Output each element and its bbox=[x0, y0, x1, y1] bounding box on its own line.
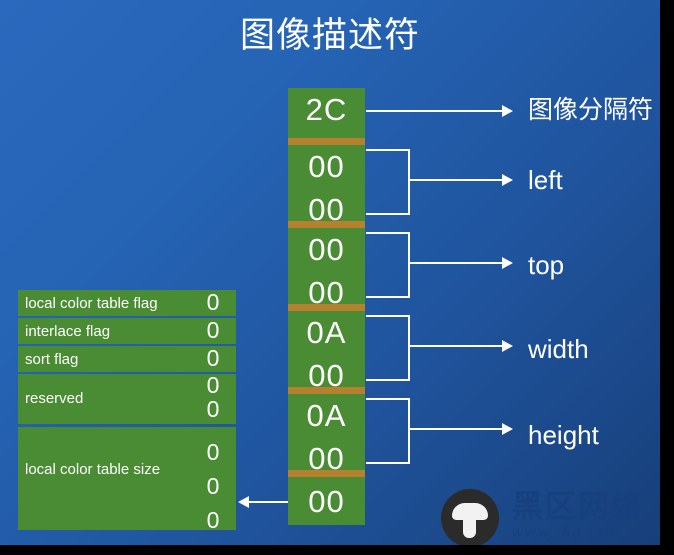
table-row-label: sort flag bbox=[25, 351, 79, 368]
callout-label-top: top bbox=[528, 250, 565, 280]
callout-label-width: width bbox=[528, 334, 589, 364]
arrow-head-icon bbox=[502, 257, 513, 269]
hex-group-divider bbox=[288, 470, 365, 477]
callout-label-separator: 图像分隔符 bbox=[528, 96, 654, 124]
packed-field-table: local color table flag 0 interlace flag … bbox=[18, 289, 236, 533]
callout-bracket-width bbox=[366, 315, 410, 381]
table-row-values: 0 bbox=[196, 289, 230, 315]
callout-label-left: left bbox=[528, 165, 563, 195]
callout-connector-separator bbox=[366, 110, 502, 112]
callout-connector-left bbox=[408, 179, 502, 181]
table-row-label: interlace flag bbox=[25, 323, 111, 340]
bit-value: 0 bbox=[206, 289, 220, 315]
arrow-head-icon bbox=[502, 340, 513, 352]
watermark-name: 黑区网络 bbox=[512, 489, 644, 524]
bit-value: 0 bbox=[206, 345, 220, 371]
arrow-head-icon bbox=[502, 174, 513, 186]
bit-value: 0 bbox=[206, 473, 220, 499]
hex-cell: 00 bbox=[308, 484, 345, 519]
bit-value: 0 bbox=[206, 507, 220, 533]
packed-field-connector bbox=[249, 501, 288, 503]
hex-byte-column: 2C 00 00 00 00 0A 00 0A 00 00 bbox=[288, 88, 365, 525]
table-row-label: local color table flag bbox=[25, 295, 158, 312]
hex-cell: 0A bbox=[306, 398, 347, 433]
bit-value: 0 bbox=[206, 372, 220, 398]
watermark: 黑区网络 www. he i qu. com bbox=[512, 490, 660, 542]
table-row-values: 0 bbox=[196, 345, 230, 371]
callout-bracket-left bbox=[366, 149, 410, 215]
callout-connector-height bbox=[408, 428, 502, 430]
mushroom-stem-shape bbox=[463, 516, 476, 538]
callout-connector-top bbox=[408, 262, 502, 264]
bit-value: 0 bbox=[206, 439, 220, 465]
bit-value: 0 bbox=[206, 396, 220, 422]
bit-value: 0 bbox=[206, 317, 220, 343]
hex-cell: 0A bbox=[306, 315, 347, 350]
hex-group-divider bbox=[288, 304, 365, 311]
arrow-head-icon bbox=[238, 496, 249, 508]
callout-label-height: height bbox=[528, 420, 599, 450]
slide-canvas: 图像描述符 2C 00 00 00 00 0A 00 0A 00 00 图像分隔… bbox=[0, 0, 660, 545]
table-row: local color table size 0 0 0 bbox=[18, 427, 236, 533]
table-row-values: 0 0 bbox=[196, 372, 230, 422]
callout-connector-width bbox=[408, 345, 502, 347]
watermark-url: www. he i qu. com bbox=[512, 524, 660, 541]
table-row-label: reserved bbox=[25, 390, 84, 407]
hex-cell: 2C bbox=[305, 92, 348, 127]
table-row: local color table flag 0 bbox=[18, 289, 236, 316]
table-row-values: 0 bbox=[196, 317, 230, 343]
hex-cell: 00 bbox=[308, 149, 345, 184]
page-title: 图像描述符 bbox=[239, 16, 420, 55]
table-row: interlace flag 0 bbox=[18, 317, 236, 344]
arrow-head-icon bbox=[502, 423, 513, 435]
callout-bracket-height bbox=[366, 398, 410, 464]
mushroom-logo-icon bbox=[441, 489, 499, 545]
arrow-head-icon bbox=[502, 105, 513, 117]
hex-cell: 00 bbox=[308, 232, 345, 267]
table-row: reserved 0 0 bbox=[18, 372, 236, 424]
callout-bracket-top bbox=[366, 232, 410, 298]
hex-group-divider bbox=[288, 221, 365, 228]
table-row-values: 0 0 0 bbox=[196, 435, 230, 537]
table-row: sort flag 0 bbox=[18, 345, 236, 372]
hex-group-divider bbox=[288, 138, 365, 145]
table-row-label: local color table size bbox=[25, 461, 161, 478]
hex-group-divider bbox=[288, 387, 365, 394]
